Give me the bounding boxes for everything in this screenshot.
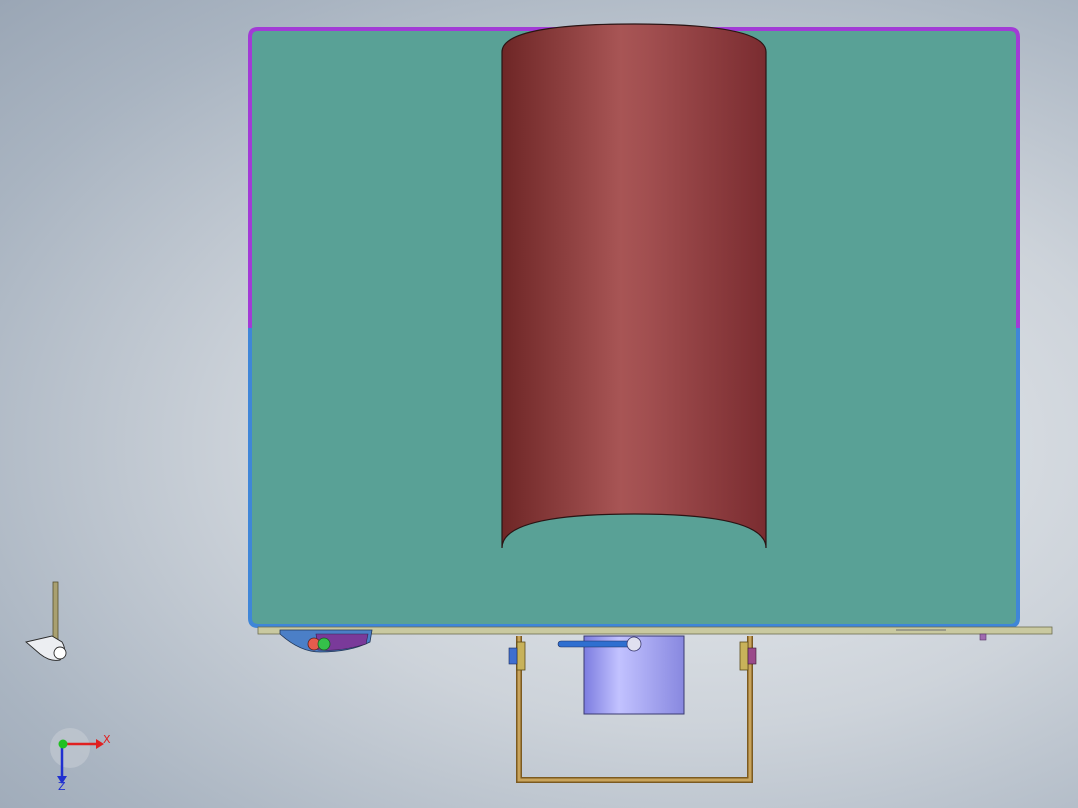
cad-viewport[interactable]: X Z: [0, 0, 1078, 808]
right-pivot[interactable]: [739, 641, 749, 671]
x-axis-label: X: [103, 733, 111, 746]
z-axis-label: Z: [58, 780, 66, 793]
hinge-lever[interactable]: [279, 629, 373, 653]
lever-detail-view[interactable]: [25, 581, 67, 661]
y-axis-arrow: [58, 739, 68, 749]
orientation-triad: X Z: [50, 728, 111, 793]
cylinder-part[interactable]: [501, 23, 767, 549]
model-canvas[interactable]: X Z: [0, 0, 1078, 808]
left-pivot[interactable]: [516, 641, 526, 671]
